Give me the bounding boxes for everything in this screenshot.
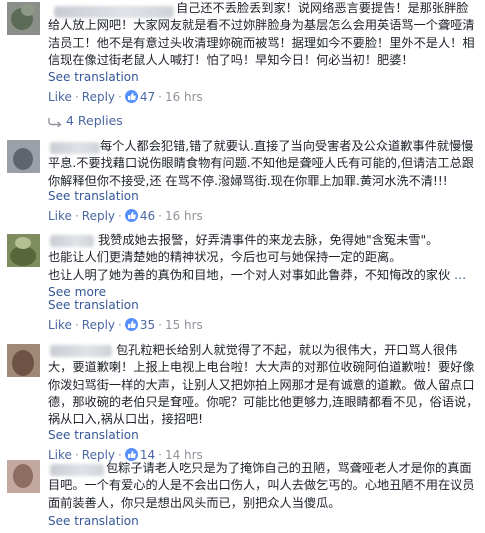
comment-text: 包孔粒粑长给别人就觉得了不起，就以为很伟大，开口骂人很伟大，要道歉喇！上报上电视… <box>48 343 479 427</box>
timestamp[interactable]: 16 hrs <box>165 90 203 104</box>
like-icon <box>124 209 138 222</box>
reply-arrow-icon <box>48 117 62 127</box>
like-count[interactable]: 46 <box>140 209 155 223</box>
comment-actions: Like · Reply · 35 · 15 hrs <box>48 318 203 332</box>
avatar[interactable] <box>7 460 40 493</box>
avatar-photo <box>13 464 33 488</box>
see-translation-link[interactable]: See translation <box>48 514 139 529</box>
like-icon <box>124 318 138 331</box>
reply-link[interactable]: Reply <box>82 209 115 223</box>
avatar-photo-detail <box>21 4 35 16</box>
comment-text: 自己还不丢脸丢到家！说网络恶言要提告！是那张胖脸给人放上网吧！大家网友就是看不过… <box>48 1 475 67</box>
reply-link[interactable]: Reply <box>82 90 115 104</box>
avatar[interactable] <box>7 2 40 35</box>
view-replies-link[interactable]: 4 Replies <box>48 113 123 128</box>
avatar-photo <box>10 246 36 266</box>
like-link[interactable]: Like <box>48 90 72 104</box>
like-count[interactable]: 47 <box>140 90 155 104</box>
avatar-photo <box>13 148 33 170</box>
like-icon <box>124 90 138 103</box>
comment-text: 每个人都会犯错,错了就要认.直接了当向受害者及公众道歉事件就慢慢平息.不要找藉口… <box>48 139 474 188</box>
timestamp[interactable]: 16 hrs <box>165 209 203 223</box>
see-translation-link[interactable]: See translation <box>48 298 139 313</box>
like-count[interactable]: 35 <box>140 318 155 332</box>
avatar[interactable] <box>7 140 40 173</box>
comment-text: 包粽子请老人吃只是为了掩饰自己的丑陋，骂聋哑老人才是你的真面目吧。一个有爱心的人… <box>48 461 475 510</box>
avatar[interactable] <box>7 234 40 267</box>
see-translation-link[interactable]: See translation <box>48 189 139 204</box>
avatar[interactable] <box>7 344 40 377</box>
reply-link[interactable]: Reply <box>82 318 115 332</box>
comment-actions: Like · Reply · 46 · 16 hrs <box>48 209 203 223</box>
avatar-photo <box>12 350 34 376</box>
see-translation-link[interactable]: See translation <box>48 428 139 443</box>
comment-actions: Like · Reply · 47 · 16 hrs <box>48 90 203 104</box>
avatar-photo-detail <box>15 237 31 249</box>
see-translation-link[interactable]: See translation <box>48 70 139 85</box>
like-link[interactable]: Like <box>48 318 72 332</box>
like-link[interactable]: Like <box>48 209 72 223</box>
timestamp[interactable]: 15 hrs <box>165 318 203 332</box>
comment-text: 我赞成她去报警，好弄清事件的来龙去脉，免得她"含冤未雪"。 也能让人们更清楚她的… <box>48 233 471 299</box>
replies-count-label[interactable]: 4 Replies <box>66 113 123 128</box>
